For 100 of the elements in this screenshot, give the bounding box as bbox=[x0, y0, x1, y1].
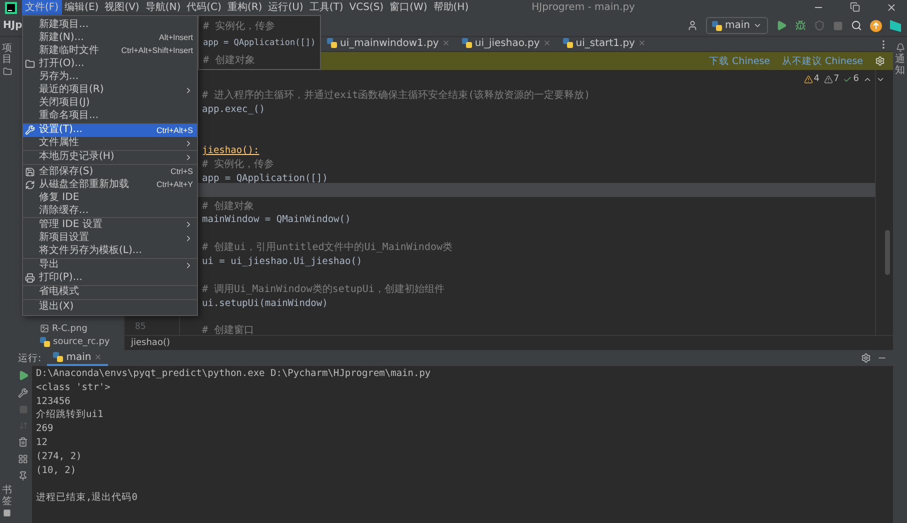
code-line: app.exec_() bbox=[202, 104, 265, 115]
editor-tab[interactable]: ui_start1.py bbox=[556, 36, 652, 52]
menu-item[interactable]: 打开(O)... bbox=[23, 57, 197, 70]
console-line: (10, 2) bbox=[36, 464, 78, 478]
code-line: mainWindow = QMainWindow() bbox=[202, 214, 351, 226]
menu-item[interactable]: 清除缓存... bbox=[23, 204, 197, 218]
typo-count: 6 bbox=[843, 74, 859, 84]
menu-bar-item[interactable]: 窗口(W) bbox=[386, 0, 430, 15]
menu-item[interactable]: 文件属性 bbox=[23, 136, 197, 150]
bell-icon bbox=[896, 43, 904, 52]
code-line: ui = ui_jieshao.Ui_jieshao() bbox=[202, 256, 362, 267]
python-file-icon bbox=[562, 38, 573, 48]
project-tool-tab[interactable]: 项目 bbox=[2, 43, 12, 76]
close-icon[interactable] bbox=[638, 39, 646, 47]
close-icon[interactable] bbox=[886, 2, 897, 13]
editor-tab[interactable]: ui_mainwindow1.py bbox=[321, 36, 456, 52]
restore-icon[interactable] bbox=[850, 2, 860, 12]
code-comment: # 创建对象 bbox=[203, 54, 256, 66]
editor-tab[interactable]: ui_jieshao.py bbox=[456, 36, 557, 52]
menu-bar-item[interactable]: VCS(S) bbox=[346, 0, 387, 15]
menu-bar-item[interactable]: 代码(C) bbox=[184, 0, 224, 15]
menu-item[interactable]: 新建项目... bbox=[23, 18, 197, 32]
run-config-dropdown[interactable]: main bbox=[706, 17, 768, 34]
console-line: 12 bbox=[36, 436, 48, 450]
close-icon[interactable] bbox=[442, 39, 450, 47]
menu-bar-item[interactable]: 编辑(E) bbox=[62, 0, 102, 15]
console-line: <class 'str'> bbox=[36, 380, 112, 395]
menu-item[interactable]: 导出 bbox=[23, 258, 197, 272]
folder-icon bbox=[2, 67, 12, 76]
layout-icon[interactable] bbox=[18, 454, 28, 464]
console-line: (274, 2) bbox=[36, 450, 83, 464]
line-number: 85 bbox=[134, 321, 147, 334]
code-comment: # 创建窗口 bbox=[202, 325, 254, 336]
update-icon[interactable] bbox=[870, 20, 882, 32]
save-icon bbox=[25, 166, 35, 177]
menu-item[interactable]: 管理 IDE 设置 bbox=[23, 218, 197, 232]
menu-item[interactable]: 另存为... bbox=[23, 70, 197, 84]
ide-logo-icon[interactable] bbox=[890, 20, 901, 32]
settings-icon[interactable] bbox=[875, 56, 885, 66]
run-panel-label: 运行: bbox=[18, 352, 42, 364]
user-icon[interactable] bbox=[687, 20, 698, 31]
close-icon[interactable] bbox=[94, 353, 102, 361]
console-line: 介绍跳转到ui1 bbox=[36, 408, 104, 422]
bug-icon[interactable] bbox=[795, 20, 806, 31]
close-icon[interactable] bbox=[542, 39, 551, 47]
folder-icon bbox=[25, 58, 35, 69]
python-file-icon bbox=[53, 352, 64, 362]
breadcrumb[interactable]: jieshao() bbox=[131, 338, 170, 348]
search-icon[interactable] bbox=[851, 20, 862, 31]
pin-icon[interactable] bbox=[18, 471, 28, 481]
menu-item[interactable]: 打印(P)... bbox=[23, 272, 197, 285]
wrench-icon bbox=[25, 125, 35, 136]
project-name: HJp bbox=[3, 20, 22, 31]
menu-item[interactable]: 新项目设置 bbox=[23, 232, 197, 245]
console-line: 进程已结束,退出代码0 bbox=[36, 491, 138, 505]
menu-item[interactable]: 重命名项目... bbox=[23, 110, 197, 123]
menu-bar-item[interactable]: 工具(T) bbox=[306, 0, 346, 15]
settings-icon[interactable] bbox=[861, 353, 871, 363]
weak-warning-count: 7 bbox=[824, 74, 840, 84]
menu-item[interactable]: 关闭项目(J) bbox=[23, 96, 197, 110]
tree-item[interactable]: R-C.png bbox=[40, 322, 124, 335]
trash-icon[interactable] bbox=[18, 437, 28, 447]
menu-item[interactable]: 将文件另存为模板(L)... bbox=[23, 244, 197, 258]
warning-count: 4 bbox=[804, 74, 820, 84]
app-logo-icon bbox=[5, 2, 17, 14]
menu-bar-item[interactable]: 重构(R) bbox=[224, 0, 266, 15]
menu-bar-item[interactable]: 运行(U) bbox=[265, 0, 306, 15]
menu-bar-item[interactable]: 导航(N) bbox=[142, 0, 184, 15]
python-file-icon bbox=[327, 38, 337, 48]
code-comment: # 实例化，传参 bbox=[202, 159, 274, 170]
menu-item[interactable]: 省电模式 bbox=[23, 286, 197, 299]
menu-bar-item[interactable]: 文件(F) bbox=[22, 0, 62, 15]
menu-item[interactable]: 设置(T)... Ctrl+Alt+S bbox=[23, 124, 197, 137]
menu-item[interactable]: 修复 IDE bbox=[23, 191, 197, 204]
menu-item[interactable]: 从磁盘全部重新加载 Ctrl+Alt+Y bbox=[23, 178, 197, 192]
menu-item[interactable]: 退出(X) bbox=[23, 300, 197, 314]
run-tab[interactable]: main bbox=[47, 350, 108, 366]
code-comment: # 进入程序的主循环，并通过exit函数确保主循环安全结束(该释放资源的一定要释放) bbox=[202, 90, 590, 101]
bookmarks-tool-tab[interactable]: 书签 bbox=[2, 485, 12, 517]
code-comment: # 实例化，传参 bbox=[203, 20, 276, 32]
code-line: app = QApplication([]) bbox=[203, 38, 316, 48]
menu-item[interactable]: 最近的项目(R) bbox=[23, 83, 197, 97]
console-line: 123456 bbox=[36, 394, 72, 408]
menu-bar-item[interactable]: 视图(V) bbox=[102, 0, 142, 15]
notifications-tool-tab[interactable]: 通知 bbox=[895, 43, 905, 76]
menu-item[interactable]: 全部保存(S) Ctrl+S bbox=[23, 165, 197, 178]
tree-item[interactable]: source_rc.py bbox=[40, 335, 124, 348]
run-icon[interactable] bbox=[18, 370, 28, 381]
code-line: jieshao(): bbox=[202, 145, 260, 156]
code-line: app = QApplication([]) bbox=[202, 172, 328, 184]
menu-item[interactable]: 新建临时文件 Ctrl+Alt+Shift+Insert bbox=[23, 44, 197, 58]
wrench-icon[interactable] bbox=[18, 388, 28, 398]
image-file-icon bbox=[40, 324, 49, 333]
menu-item[interactable]: 本地历史记录(H) bbox=[23, 150, 197, 164]
menu-bar-item[interactable]: 帮助(H) bbox=[430, 0, 472, 15]
console-line: D:\Anaconda\envs\pyqt_predict\python.exe D:\Pycharm\HJprogrem\main.py bbox=[36, 367, 432, 381]
menu-item[interactable]: 新建(N)... Alt+Insert bbox=[23, 31, 197, 44]
scrollbar-thumb[interactable] bbox=[885, 230, 890, 275]
run-icon[interactable] bbox=[776, 20, 787, 31]
code-comment: # 调用Ui_MainWindow类的setupUi，创建初始组件 bbox=[202, 284, 444, 295]
